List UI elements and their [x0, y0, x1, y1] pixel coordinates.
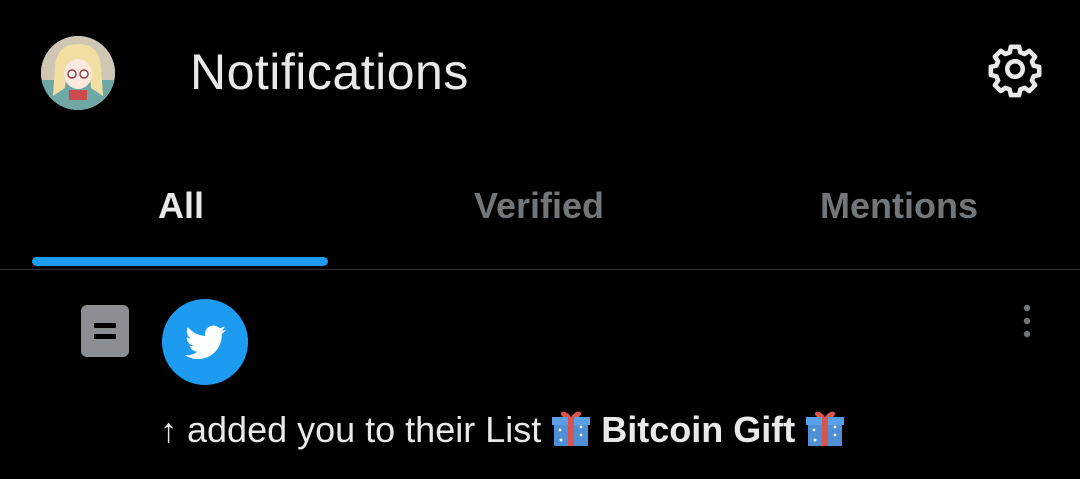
notification-message: added you to their List [177, 409, 552, 450]
twitter-bird-icon[interactable] [162, 299, 248, 385]
active-tab-indicator [32, 257, 328, 266]
gift-icon [552, 411, 591, 446]
notification-tabs: All Verified Mentions [0, 160, 1080, 270]
gift-icon [806, 411, 845, 446]
page-title: Notifications [190, 44, 469, 100]
tab-mentions[interactable]: Mentions [720, 160, 1080, 268]
notification-item[interactable]: ↑ added you to their List Bitcoin Gift [0, 270, 1080, 479]
tab-all-label: All [157, 185, 205, 226]
up-arrow-glyph: ↑ [160, 412, 177, 450]
list-name[interactable]: Bitcoin Gift [601, 409, 795, 450]
user-avatar[interactable] [41, 36, 115, 110]
gear-icon[interactable] [986, 40, 1044, 98]
more-options-icon[interactable] [1012, 302, 1042, 342]
list-icon [81, 305, 129, 357]
app-header: Notifications [0, 0, 1080, 140]
tab-all[interactable]: All [0, 160, 360, 268]
notification-text: ↑ added you to their List Bitcoin Gift [160, 408, 845, 453]
tab-verified[interactable]: Verified [360, 160, 720, 268]
avatar-image [41, 36, 115, 110]
tab-verified-label: Verified [473, 185, 605, 226]
tab-mentions-label: Mentions [820, 185, 978, 226]
